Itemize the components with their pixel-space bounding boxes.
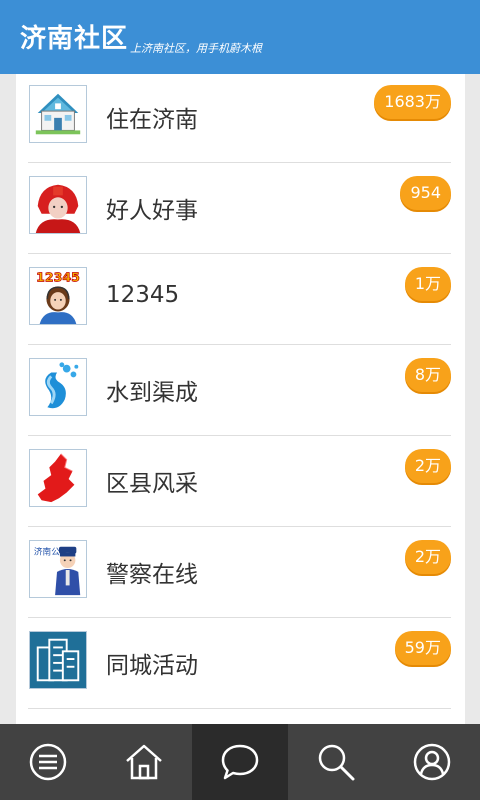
tab-profile[interactable] bbox=[384, 724, 480, 800]
item-label: 水到渠成 bbox=[106, 380, 198, 406]
list-item-qu-xian-feng-cai[interactable]: 区县风采 2万 bbox=[16, 437, 465, 527]
home-icon bbox=[126, 744, 162, 780]
count-badge: 2万 bbox=[404, 449, 451, 483]
count-badge: 1683万 bbox=[374, 85, 451, 119]
profile-icon bbox=[413, 743, 451, 781]
item-label: 好人好事 bbox=[106, 198, 198, 224]
divider bbox=[28, 435, 451, 436]
police-officer-icon: 济南公安 bbox=[29, 540, 87, 598]
tab-home[interactable] bbox=[96, 724, 192, 800]
tab-chat[interactable] bbox=[192, 724, 288, 800]
divider bbox=[28, 617, 451, 618]
app-slogan: 上济南社区，用手机蔚木根 bbox=[130, 42, 262, 55]
list-item-12345[interactable]: 12345 12345 1万 bbox=[16, 255, 465, 345]
item-label: 同城活动 bbox=[106, 653, 198, 679]
item-label: 区县风采 bbox=[106, 471, 198, 497]
divider bbox=[28, 526, 451, 527]
divider bbox=[28, 344, 451, 345]
item-label: 住在济南 bbox=[106, 107, 198, 133]
bottom-tab-bar bbox=[0, 724, 480, 800]
divider bbox=[28, 708, 451, 709]
list-item-zhu-zai-jinan[interactable]: 住在济南 1683万 bbox=[16, 74, 465, 163]
hotline-number-text: 12345 bbox=[36, 270, 80, 285]
district-map-icon bbox=[29, 449, 87, 507]
count-badge: 2万 bbox=[404, 540, 451, 574]
item-label: 警察在线 bbox=[106, 562, 198, 588]
app-header: 济南社区 上济南社区，用手机蔚木根 bbox=[0, 0, 480, 74]
search-icon bbox=[318, 744, 355, 781]
list-item-shui-dao-qu-cheng[interactable]: 水到渠成 8万 bbox=[16, 346, 465, 436]
menu-icon bbox=[29, 743, 67, 781]
buildings-icon bbox=[29, 631, 87, 689]
divider bbox=[28, 162, 451, 163]
count-badge: 59万 bbox=[394, 631, 451, 665]
list-item-tong-cheng-huo-dong[interactable]: 同城活动 59万 bbox=[16, 619, 465, 709]
count-badge: 954 bbox=[400, 176, 451, 210]
hero-portrait-icon bbox=[29, 176, 87, 234]
chat-icon bbox=[221, 744, 259, 780]
house-icon bbox=[29, 85, 87, 143]
divider bbox=[28, 253, 451, 254]
water-splash-icon bbox=[29, 358, 87, 416]
community-list: 住在济南 1683万 好人好事 954 12345 12345 1万 水到渠成 … bbox=[16, 74, 465, 724]
list-item-hao-ren-hao-shi[interactable]: 好人好事 954 bbox=[16, 164, 465, 254]
count-badge: 8万 bbox=[404, 358, 451, 392]
app-title: 济南社区 bbox=[20, 24, 129, 54]
tab-menu[interactable] bbox=[0, 724, 96, 800]
count-badge: 1万 bbox=[404, 267, 451, 301]
item-label: 12345 bbox=[106, 282, 180, 308]
list-item-jing-cha-zai-xian[interactable]: 济南公安 警察在线 2万 bbox=[16, 528, 465, 618]
hotline-operator-icon: 12345 bbox=[29, 267, 87, 325]
tab-search[interactable] bbox=[288, 724, 384, 800]
